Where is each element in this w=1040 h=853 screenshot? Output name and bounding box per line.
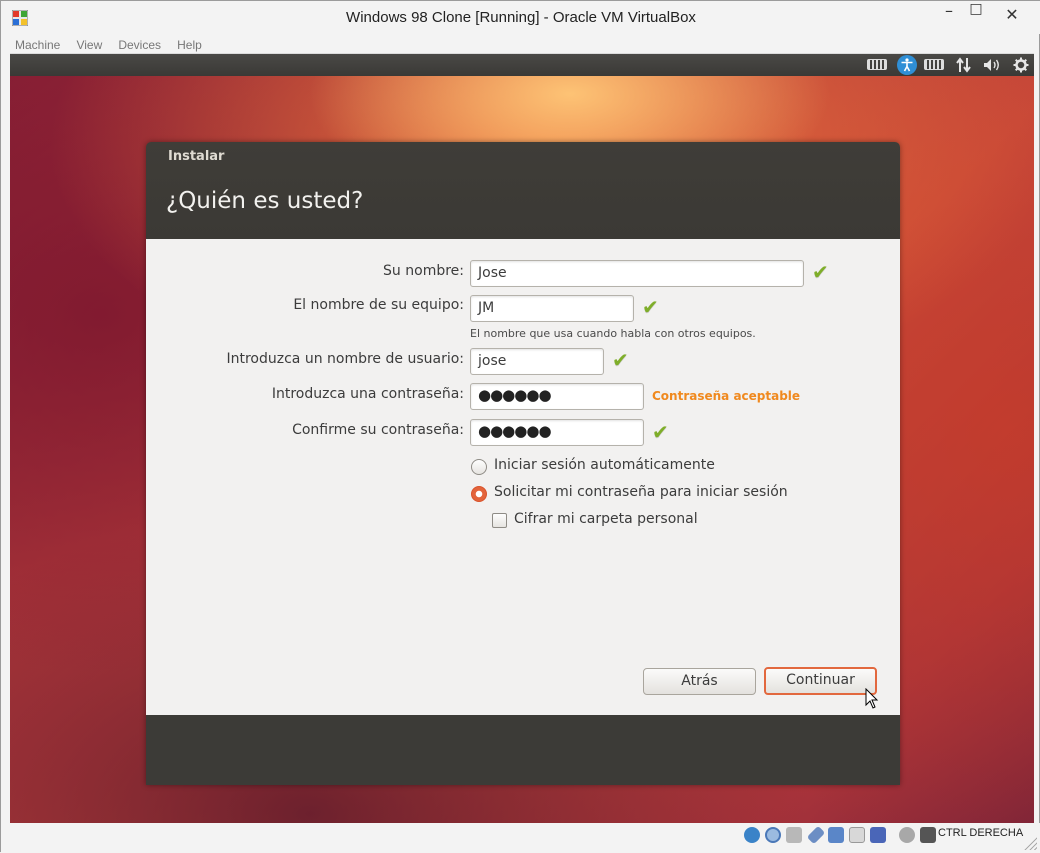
dialog-body: Su nombre: Jose ✔ El nombre de su equipo… [146, 239, 900, 715]
resize-grip-icon[interactable] [1023, 836, 1037, 850]
confirm-password-field[interactable]: ●●●●●● [470, 419, 644, 446]
confirm-password-valid-check-icon: ✔ [652, 420, 669, 444]
hard-disk-icon[interactable] [744, 827, 760, 843]
autologin-radio[interactable] [471, 459, 487, 475]
mouse-integration-icon[interactable] [920, 827, 936, 843]
menu-devices[interactable]: Devices [113, 36, 166, 52]
menu-machine[interactable]: Machine [10, 36, 65, 52]
dialog-app-name: Instalar [168, 149, 225, 164]
name-field[interactable]: Jose [470, 260, 804, 287]
password-field[interactable]: ●●●●●● [470, 383, 644, 410]
video-capture-icon[interactable] [870, 827, 886, 843]
ubuntu-top-panel [10, 54, 1034, 76]
status-bar: CTRL DERECHA [1, 823, 1040, 853]
shared-folders-icon[interactable] [828, 827, 844, 843]
host-key-label: CTRL DERECHA [938, 827, 1024, 839]
keyboard-layout-icon[interactable] [923, 56, 945, 74]
username-label: Introduzca un nombre de usuario: [226, 351, 464, 367]
username-valid-check-icon: ✔ [612, 348, 629, 372]
maximize-button[interactable]: □ [961, 1, 991, 23]
username-field[interactable]: jose [470, 348, 604, 375]
computer-name-field[interactable]: JM [470, 295, 634, 322]
page-title: ¿Quién es usted? [166, 188, 364, 214]
settings-gear-icon[interactable] [1010, 56, 1032, 74]
password-label: Introduzca una contraseña: [271, 386, 464, 402]
optical-drive-icon[interactable] [765, 827, 781, 843]
name-valid-check-icon: ✔ [812, 260, 829, 284]
usb-icon[interactable] [806, 825, 826, 845]
encrypt-home-checkbox[interactable] [492, 513, 507, 528]
volume-icon[interactable] [981, 56, 1003, 74]
require-password-radio[interactable] [471, 486, 487, 502]
minimize-button[interactable]: – [934, 1, 964, 23]
menu-view[interactable]: View [71, 36, 107, 52]
name-label: Su nombre: [383, 263, 464, 279]
confirm-password-label: Confirme su contraseña: [292, 422, 464, 438]
close-button[interactable]: ✕ [997, 5, 1027, 27]
virtualbox-window: Windows 98 Clone [Running] - Oracle VM V… [0, 0, 1040, 853]
computer-name-label: El nombre de su equipo: [293, 297, 464, 313]
network-adapter-icon[interactable] [899, 827, 915, 843]
dialog-header: Instalar ¿Quién es usted? [146, 142, 900, 239]
back-button[interactable]: Atrás [643, 668, 756, 695]
encrypt-home-label[interactable]: Cifrar mi carpeta personal [514, 511, 698, 527]
computer-name-hint: El nombre que usa cuando habla con otros… [470, 327, 756, 340]
computer-name-valid-check-icon: ✔ [642, 295, 659, 319]
vm-screen[interactable]: Instalar ¿Quién es usted? Su nombre: Jos… [10, 54, 1034, 823]
keyboard-icon[interactable] [866, 56, 888, 74]
window-title: Windows 98 Clone [Running] - Oracle VM V… [346, 9, 696, 26]
display-icon[interactable] [849, 827, 865, 843]
menu-bar: Machine View Devices Help [10, 34, 1034, 54]
password-strength-label: Contraseña aceptable [652, 389, 801, 403]
floppy-icon[interactable] [786, 827, 802, 843]
autologin-label[interactable]: Iniciar sesión automáticamente [494, 457, 715, 473]
continue-button[interactable]: Continuar [764, 667, 877, 695]
accessibility-icon[interactable] [897, 55, 917, 75]
network-icon[interactable] [953, 56, 975, 74]
title-bar[interactable]: Windows 98 Clone [Running] - Oracle VM V… [1, 1, 1040, 34]
installer-dialog: Instalar ¿Quién es usted? Su nombre: Jos… [146, 142, 900, 785]
mouse-cursor-icon [865, 688, 879, 709]
dialog-footer [146, 715, 900, 785]
require-password-label[interactable]: Solicitar mi contraseña para iniciar ses… [494, 484, 788, 500]
menu-help[interactable]: Help [172, 36, 207, 52]
